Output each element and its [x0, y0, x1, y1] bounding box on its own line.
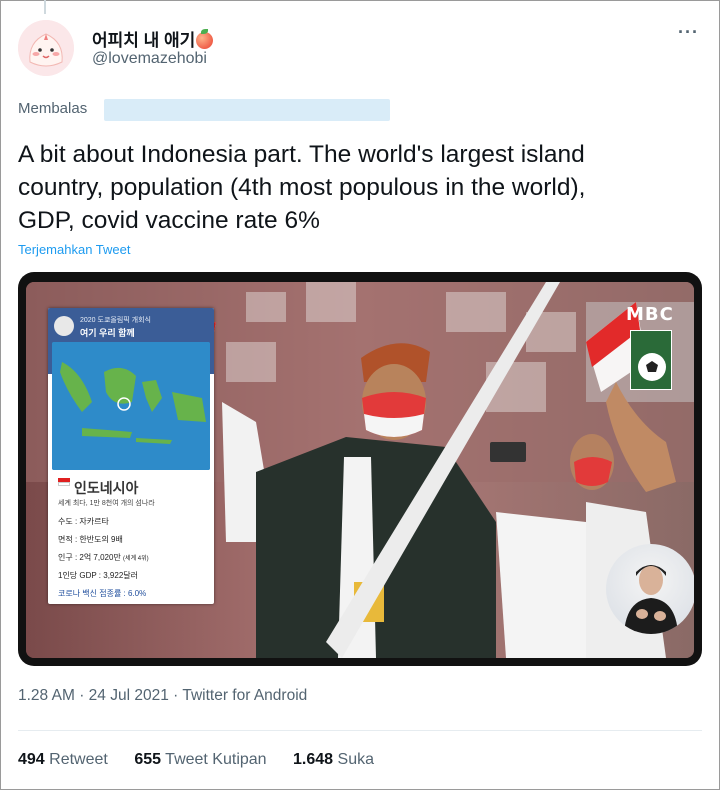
stat-label: Suka [337, 751, 374, 768]
meta-separator: · [79, 687, 85, 704]
tweet-source[interactable]: Twitter for Android [182, 687, 307, 704]
tweet-date[interactable]: 24 Jul 2021 [89, 687, 169, 704]
info-row: 코로나 백신 접종률 : 6.0% [58, 589, 147, 598]
retweet-count-link[interactable]: 494 Retweet [18, 751, 108, 769]
indonesia-flag-icon [58, 478, 70, 486]
info-row: 면적 : 한반도의 9배 [58, 535, 123, 544]
info-row-text: 인구 : 2억 7,020만 [58, 553, 121, 562]
stat-count: 655 [134, 751, 162, 768]
country-info-panel: 2020 도쿄올림픽 개회식 여기 우리 함께 인도네시아 세계 최다, 1만 … [48, 308, 214, 604]
olympic-emblem-icon [54, 316, 74, 336]
meta-separator: · [173, 687, 179, 704]
info-subtitle: 여기 우리 함께 [80, 328, 135, 338]
soccer-ball-icon [630, 330, 672, 390]
population-rank-note: (세계 4위) [123, 556, 149, 562]
info-country-name: 인도네시아 [74, 480, 139, 496]
quote-tweet-count-link[interactable]: 655 Tweet Kutipan [134, 751, 266, 769]
translate-tweet-link[interactable]: Terjemahkan Tweet [18, 242, 131, 257]
peach-icon [196, 29, 214, 49]
tweet-meta: 1.28 AM · 24 Jul 2021 · Twitter for Andr… [18, 687, 307, 705]
sign-language-interpreter-image [606, 544, 694, 634]
stat-label: Tweet Kutipan [165, 751, 267, 768]
stat-count: 1.648 [293, 751, 334, 768]
tweet-media[interactable]: 2020 도쿄올림픽 개회식 여기 우리 함께 인도네시아 세계 최다, 1만 … [18, 272, 702, 666]
indonesia-map-icon [52, 342, 210, 470]
apeach-character-icon [18, 20, 74, 76]
thread-connector-line [44, 0, 46, 14]
display-name-text: 어피치 내 애기 [92, 31, 196, 50]
more-options-button[interactable]: ··· [678, 22, 699, 43]
info-event-title: 2020 도쿄올림픽 개회식 [80, 317, 151, 324]
reply-prefix: Membalas [18, 100, 88, 117]
tweet-time[interactable]: 1.28 AM [18, 687, 75, 704]
info-row: 수도 : 자카르타 [58, 517, 109, 526]
info-row: 인구 : 2억 7,020만 (세계 4위) [58, 552, 149, 563]
avatar[interactable] [18, 20, 74, 76]
divider [18, 730, 702, 731]
tweet-stats: 494 Retweet 655 Tweet Kutipan 1.648 Suka [18, 751, 396, 769]
user-handle[interactable]: @lovemazehobi [92, 50, 207, 68]
display-name[interactable]: 어피치 내 애기 [92, 26, 214, 51]
reply-target-redacted [104, 99, 390, 121]
tv-screen-photo: 2020 도쿄올림픽 개회식 여기 우리 함께 인도네시아 세계 최다, 1만 … [26, 282, 694, 658]
stat-label: Retweet [49, 751, 108, 768]
info-description: 세계 최다, 1만 8천여 개의 섬나라 [58, 500, 155, 507]
tv-channel-logo: MBC [626, 304, 674, 325]
info-row: 1인당 GDP : 3,922달러 [58, 571, 138, 580]
stat-count: 494 [18, 751, 45, 768]
like-count-link[interactable]: 1.648 Suka [293, 751, 374, 769]
tweet-text: A bit about Indonesia part. The world's … [18, 141, 586, 234]
